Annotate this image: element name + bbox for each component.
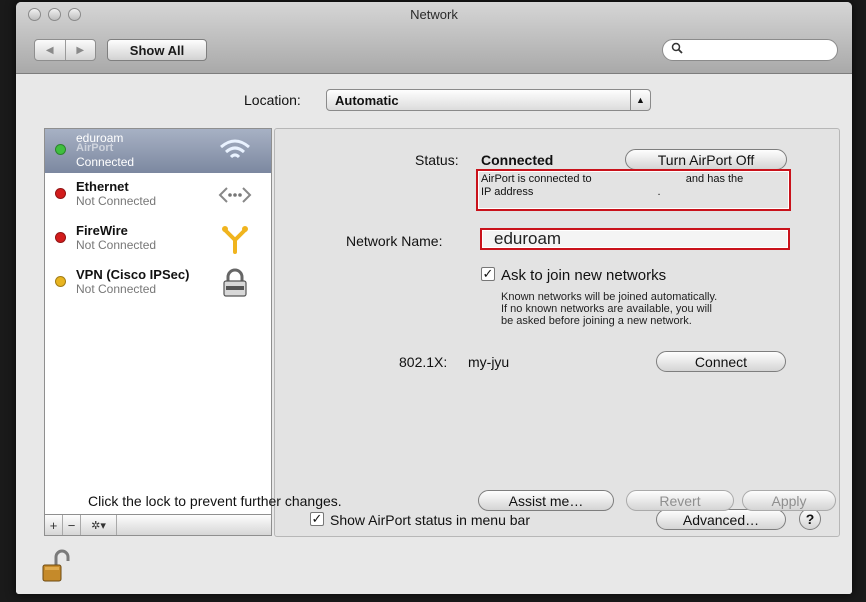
service-item-firewire[interactable]: FireWire Not Connected xyxy=(45,217,271,261)
assist-me-button[interactable]: Assist me… xyxy=(478,490,614,511)
service-name: FireWire xyxy=(76,223,128,238)
service-list-toolbar: + − ✲▾ xyxy=(44,514,272,536)
service-item-vpn[interactable]: VPN (Cisco IPSec) Not Connected xyxy=(45,261,271,305)
connect-button[interactable]: Connect xyxy=(656,351,786,372)
popup-arrows-icon: ▲ xyxy=(630,90,650,110)
ask-join-desc-1: Known networks will be joined automatica… xyxy=(501,291,718,303)
status-value: Connected xyxy=(481,152,554,168)
lock-message: Click the lock to prevent further change… xyxy=(88,493,342,509)
help-button[interactable]: ? xyxy=(799,508,821,530)
search-field[interactable] xyxy=(662,39,838,61)
network-name-value: eduroam xyxy=(494,229,562,248)
back-arrow-icon: ◀ xyxy=(45,44,54,56)
ask-join-desc-2: If no known networks are available, you … xyxy=(501,303,712,315)
lock-icon[interactable] xyxy=(42,549,70,583)
location-label: Location: xyxy=(244,92,301,108)
title-bar: Network ◀ ▶ Show All xyxy=(16,2,852,74)
info-line1-start: AirPort is connected to xyxy=(481,173,592,185)
padlock-icon xyxy=(217,267,253,299)
status-dot-icon xyxy=(55,144,66,155)
ask-join-label: Ask to join new networks xyxy=(501,267,667,284)
dot1x-value: my-jyu xyxy=(468,354,510,370)
service-name: Ethernet xyxy=(76,179,129,194)
ethernet-icon xyxy=(217,179,253,211)
status-dot-icon xyxy=(55,188,66,199)
service-status: Not Connected xyxy=(76,194,157,208)
show-status-label: Show AirPort status in menu bar xyxy=(330,512,530,528)
window-title: Network xyxy=(410,7,458,22)
dot1x-label: 802.1X: xyxy=(399,354,448,370)
apply-button[interactable]: Apply xyxy=(742,490,836,511)
forward-button[interactable]: ▶ xyxy=(64,40,96,60)
service-item-ethernet[interactable]: Ethernet Not Connected xyxy=(45,173,271,217)
network-name-label: Network Name: xyxy=(346,233,443,249)
show-status-checkbox[interactable]: ✓ xyxy=(310,511,324,526)
service-item-airport[interactable]: eduroam AirPort Connected xyxy=(45,129,271,173)
location-select[interactable]: Automatic ▲ xyxy=(326,89,651,111)
advanced-button[interactable]: Advanced… xyxy=(656,509,786,530)
add-service-button[interactable]: + xyxy=(45,515,63,535)
service-name: VPN (Cisco IPSec) xyxy=(76,267,190,282)
info-line1-end: and has the xyxy=(685,173,744,185)
ask-join-desc-3: be asked before joining a new network. xyxy=(501,315,692,327)
status-label: Status: xyxy=(415,152,459,168)
info-line2-start: IP address xyxy=(481,186,534,198)
wifi-icon xyxy=(217,135,253,167)
back-button[interactable]: ◀ xyxy=(35,40,65,60)
firewire-icon xyxy=(217,223,253,255)
show-all-button[interactable]: Show All xyxy=(107,39,207,61)
service-status: Connected xyxy=(76,155,135,169)
turn-airport-off-button[interactable]: Turn AirPort Off xyxy=(625,149,787,170)
revert-button[interactable]: Revert xyxy=(626,490,734,511)
back-forward-control: ◀ ▶ xyxy=(34,39,96,61)
ask-join-checkbox[interactable]: ✓ xyxy=(481,266,495,281)
service-actions-gear-button[interactable]: ✲▾ xyxy=(81,515,117,535)
service-status: Not Connected xyxy=(76,238,157,252)
connection-info-text: AirPort is connected to and has the IP a… xyxy=(476,169,791,211)
service-name: AirPort xyxy=(76,142,114,154)
status-dot-icon xyxy=(55,276,66,287)
remove-service-button[interactable]: − xyxy=(63,515,81,535)
service-list: eduroam AirPort Connected Ethernet Not C… xyxy=(44,128,272,526)
search-icon xyxy=(671,42,683,57)
airport-detail-panel: Status: Connected Turn AirPort Off AirPo… xyxy=(274,128,840,537)
location-value: Automatic xyxy=(335,93,399,108)
content-area: Location: Automatic ▲ eduroam AirPort Co… xyxy=(16,75,852,594)
status-dot-icon xyxy=(55,232,66,243)
network-preferences-window: Network ◀ ▶ Show All Location: Automatic… xyxy=(16,2,852,594)
info-line2-end: . xyxy=(657,186,661,198)
forward-arrow-icon: ▶ xyxy=(76,44,85,56)
service-status: Not Connected xyxy=(76,282,157,296)
network-name-popup[interactable]: eduroam xyxy=(480,228,790,250)
